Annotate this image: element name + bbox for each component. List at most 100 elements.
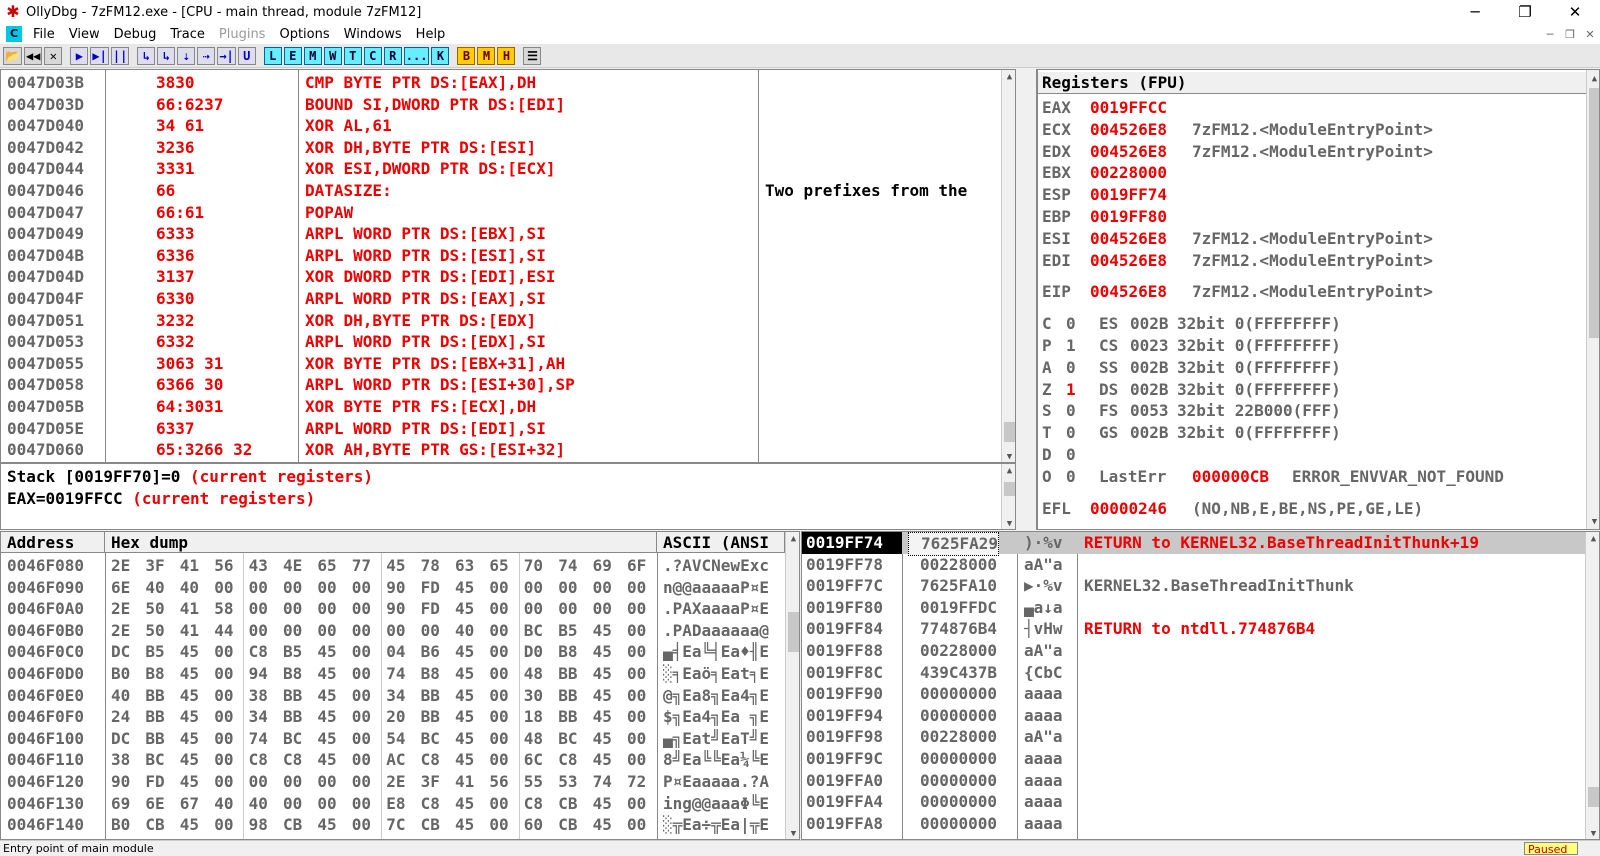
stack-scroll-up-icon[interactable]: ▲ — [1586, 532, 1599, 546]
step-over-icon[interactable]: ↳ — [157, 46, 176, 65]
scroll-thumb[interactable] — [1004, 422, 1015, 442]
flag-row[interactable]: A 0 SS 002B 32bit 0(FFFFFFFF) — [1042, 357, 1582, 379]
disassembly-scrollbar[interactable]: ▲ ▼ — [1001, 70, 1015, 462]
disasm-row[interactable]: 0047D058 6366 30 ARPL WORD PTR DS:[ESI+30]… — [1, 374, 1001, 396]
disasm-row[interactable]: 0047D049 6333 ARPL WORD PTR DS:[EBX],SI — [1, 223, 1001, 245]
stack-scrollbar[interactable]: ▲ ▼ — [1585, 532, 1599, 839]
run-thread-icon[interactable]: ▶| — [90, 46, 109, 65]
menu-trace[interactable]: Trace — [163, 27, 212, 42]
call-stack-window-icon[interactable]: K — [431, 46, 450, 65]
stack-row[interactable]: 0019FF90 00000000 aaaa — [802, 683, 1585, 705]
threads-window-icon[interactable]: T — [343, 46, 362, 65]
register-row[interactable]: EBP 0019FF80 — [1042, 206, 1582, 228]
dump-ascii-header[interactable]: ASCII (ANSI — [657, 532, 785, 553]
reg-scroll-down-icon[interactable]: ▼ — [1587, 515, 1599, 529]
disasm-row[interactable]: 0047D04B 6336 ARPL WORD PTR DS:[ESI],SI — [1, 245, 1001, 267]
dump-scrollbar[interactable]: ▲ ▼ — [785, 532, 799, 839]
trace-over-icon[interactable]: ⇢ — [197, 46, 216, 65]
flag-row[interactable]: T 0 GS 002B 32bit 0(FFFFFFFF) — [1042, 422, 1582, 444]
hardware-breakpoints-icon[interactable]: H — [497, 46, 516, 65]
run-icon[interactable]: ▶ — [70, 46, 89, 65]
efl-row[interactable]: EFL 00000246 (NO,NB,E,BE,NS,PE,GE,LE) — [1042, 498, 1582, 520]
stack-row[interactable]: 0019FF88 00228000 aA"a — [802, 640, 1585, 662]
stack-row[interactable]: 0019FF94 00000000 aaaa — [802, 705, 1585, 727]
execute-till-return-icon[interactable]: →| — [217, 46, 236, 65]
dump-row[interactable]: 0046F090 6E 40 40 00 00 00 00 00 90 FD 45 00 00 00 00 00… — [1, 577, 785, 599]
flag-row[interactable]: Z 1 DS 002B 32bit 0(FFFFFFFF) — [1042, 379, 1582, 401]
stack-row[interactable]: 0019FFA4 00000000 aaaa — [802, 791, 1585, 813]
reg-scroll-up-icon[interactable]: ▲ — [1587, 72, 1599, 86]
stack-scroll-thumb[interactable] — [1588, 787, 1599, 807]
close-button[interactable]: ✕ — [1552, 0, 1598, 24]
menu-debug[interactable]: Debug — [107, 27, 164, 42]
register-row[interactable]: EBX 00228000 — [1042, 162, 1582, 184]
dump-row[interactable]: 0046F0F0 24 BB 45 00 34 BB 45 00 20 BB 45 00 18 BB 45 00… — [1, 706, 785, 728]
stack-row[interactable]: 0019FF8C 439C437B {CbC — [802, 662, 1585, 684]
disasm-row[interactable]: 0047D060 65:3266 32 XOR AH,BYTE PTR GS:[ES… — [1, 439, 1001, 461]
menu-help[interactable]: Help — [409, 27, 453, 42]
stack-row[interactable]: 0019FF80 0019FFDC ▄a↓a — [802, 597, 1585, 619]
dump-row[interactable]: 0046F120 90 FD 45 00 00 00 00 00 2E 3F 41 56 55 53 74 72… — [1, 771, 785, 793]
scroll-down-icon[interactable]: ▼ — [1002, 450, 1015, 462]
disasm-row[interactable]: 0047D05B 64:3031 XOR BYTE PTR FS:[ECX],DH — [1, 396, 1001, 418]
info-scrollbar[interactable]: ▲ ▼ — [1001, 464, 1015, 529]
menu-view[interactable]: View — [62, 27, 107, 42]
dump-row[interactable]: 0046F0B0 2E 50 41 44 00 00 00 00 00 00 40 00 BC B5 45 00… — [1, 620, 785, 642]
register-row[interactable]: EDI 004526E8 7zFM12.<ModuleEntryPoint> — [1042, 250, 1582, 272]
stack-row[interactable]: 0019FF7C 7625FA10 ▶·%v KERNEL32.BaseThreadI… — [802, 575, 1585, 597]
register-row[interactable]: ECX 004526E8 7zFM12.<ModuleEntryPoint> — [1042, 119, 1582, 141]
stack-row[interactable]: 0019FF9C 00000000 aaaa — [802, 748, 1585, 770]
registers-scrollbar[interactable]: ▲ ▼ — [1586, 70, 1599, 529]
menu-windows[interactable]: Windows — [337, 27, 409, 42]
references-window-icon[interactable]: R — [383, 46, 402, 65]
stack-row[interactable]: 0019FFA0 00000000 aaaa — [802, 770, 1585, 792]
stack-row[interactable]: 0019FF78 00228000 aA"a — [802, 554, 1585, 576]
register-row[interactable]: EDX 004526E8 7zFM12.<ModuleEntryPoint> — [1042, 141, 1582, 163]
disasm-row[interactable]: 0047D03B 3830 CMP BYTE PTR DS:[EAX],DH — [1, 72, 1001, 94]
disassembly-pane[interactable]: 0047D03B 3830 CMP BYTE PTR DS:[EAX],DH 0047… — [0, 69, 1016, 463]
disasm-row[interactable]: 0047D047 66:61 POPAW — [1, 202, 1001, 224]
disasm-row[interactable]: 0047D042 3236 XOR DH,BYTE PTR DS:[ESI] — [1, 137, 1001, 159]
execute-till-user-icon[interactable]: U — [237, 46, 256, 65]
register-row[interactable]: EIP 004526E8 7zFM12.<ModuleEntryPoint> — [1042, 281, 1582, 303]
menu-file[interactable]: File — [26, 27, 62, 42]
stack-row[interactable]: 0019FFA8 00000000 aaaa — [802, 813, 1585, 835]
reg-scroll-thumb[interactable] — [1589, 88, 1599, 338]
dump-row[interactable]: 0046F140 B0 CB 45 00 98 CB 45 00 7C CB 45 00 60 CB 45 00… — [1, 814, 785, 836]
disasm-row[interactable]: 0047D055 3063 31 XOR BYTE PTR DS:[EBX+31],… — [1, 353, 1001, 375]
dump-scroll-thumb[interactable] — [788, 612, 799, 652]
restart-icon[interactable]: ◀◀ — [23, 46, 43, 65]
stack-pane[interactable]: 0019FF74 7625FA29)·%v RETURN to KERNEL32.B… — [801, 531, 1600, 840]
breakpoints-window-icon[interactable]: B — [457, 46, 476, 65]
flag-row[interactable]: S 0 FS 0053 32bit 22B000(FFF) — [1042, 400, 1582, 422]
dump-scroll-up-icon[interactable]: ▲ — [786, 532, 799, 546]
disasm-row[interactable]: 0047D053 6332 ARPL WORD PTR DS:[EDX],SI — [1, 331, 1001, 353]
dump-row[interactable]: 0046F100 DC BB 45 00 74 BC 45 00 54 BC 45 00 48 BC 45 00… — [1, 728, 785, 750]
flag-row[interactable]: D0 — [1042, 444, 1582, 466]
disasm-row[interactable]: 0047D051 3232 XOR DH,BYTE PTR DS:[EDX] — [1, 310, 1001, 332]
windows-window-icon[interactable]: W — [323, 46, 342, 65]
disasm-row[interactable]: 0047D040 34 61 XOR AL,61 — [1, 115, 1001, 137]
dump-row[interactable]: 0046F130 69 6E 67 40 40 00 00 00 E8 C8 45 00 C8 CB 45 00… — [1, 793, 785, 815]
info-scroll-thumb[interactable] — [1004, 482, 1015, 496]
trace-into-icon[interactable]: ⇣ — [177, 46, 196, 65]
flag-row[interactable]: P 1 CS 0023 32bit 0(FFFFFFFF) — [1042, 335, 1582, 357]
info-pane[interactable]: Stack [0019FF70]=0 (current registers) E… — [0, 463, 1016, 530]
lasterr-row[interactable]: O 0 LastErr 000000CB ERROR_ENVVAR_NOT_FOUND — [1042, 466, 1582, 488]
flag-row[interactable]: C 0 ES 002B 32bit 0(FFFFFFFF) — [1042, 313, 1582, 335]
stack-row[interactable]: 0019FF74 7625FA29)·%v RETURN to KERNEL32.B… — [802, 532, 1585, 556]
dump-row[interactable]: 0046F110 38 BC 45 00 C8 C8 45 00 AC C8 45 00 6C C8 45 00… — [1, 749, 785, 771]
restore-button[interactable]: ❐ — [1502, 0, 1548, 24]
dump-row[interactable]: 0046F0C0 DC B5 45 00 C8 B5 45 00 04 B6 45 00 D0 B8 45 00… — [1, 641, 785, 663]
list-icon[interactable]: ☰ — [523, 46, 542, 65]
modules-window-icon[interactable]: E — [283, 46, 302, 65]
pause-icon[interactable]: || — [110, 46, 130, 65]
memory-window-icon[interactable]: M — [303, 46, 322, 65]
disasm-row[interactable]: 0047D04F 6330 ARPL WORD PTR DS:[EAX],SI — [1, 288, 1001, 310]
dump-row[interactable]: 0046F0E0 40 BB 45 00 38 BB 45 00 34 BB 45 00 30 BB 45 00… — [1, 685, 785, 707]
dump-row[interactable]: 0046F0D0 B0 B8 45 00 94 B8 45 00 74 B8 45 00 48 BB 45 00… — [1, 663, 785, 685]
menu-plugins[interactable]: Plugins — [212, 27, 273, 42]
disasm-row[interactable]: 0047D05E 6337 ARPL WORD PTR DS:[EDI],SI — [1, 418, 1001, 440]
dump-address-header[interactable]: Address — [1, 532, 105, 553]
stack-row[interactable]: 0019FF84 774876B4 ┤vHw RETURN to ntdll.7748… — [802, 618, 1585, 640]
